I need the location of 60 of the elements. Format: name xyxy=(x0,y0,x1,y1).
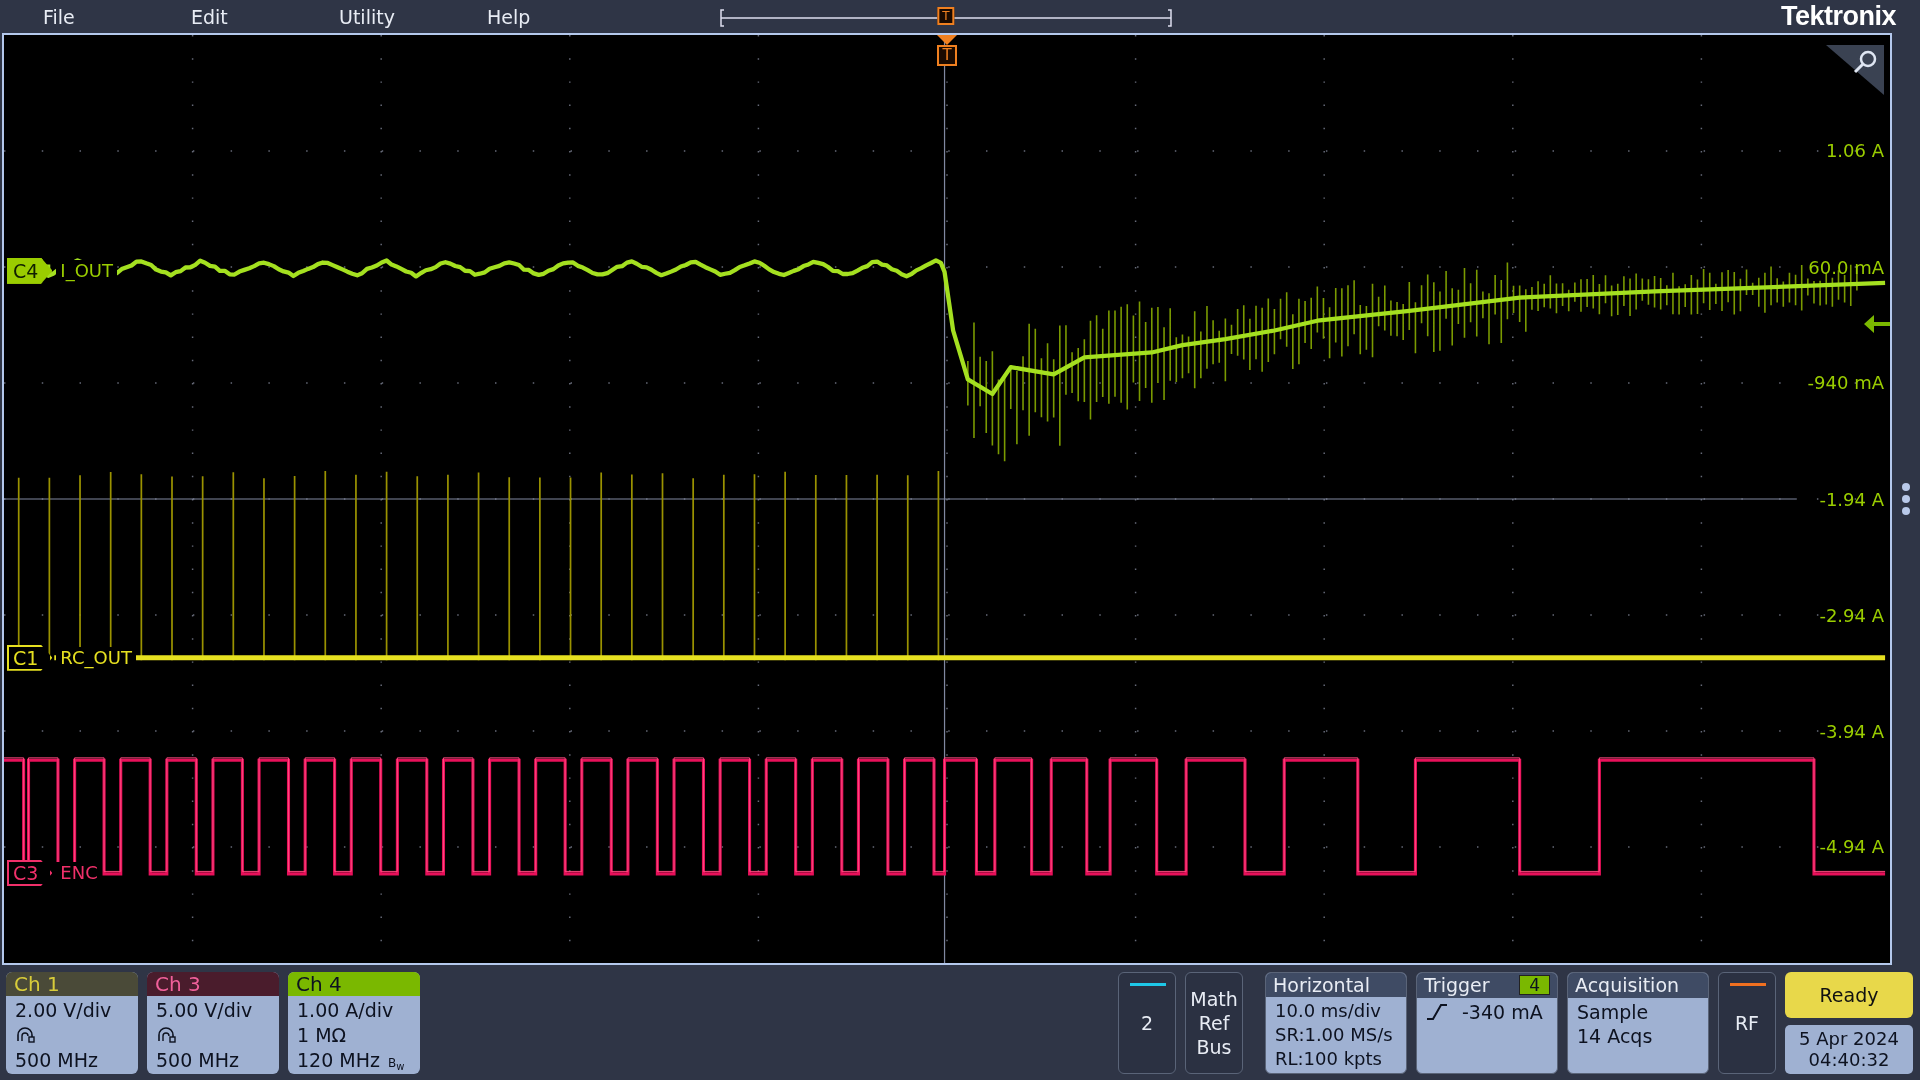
more-icon[interactable] xyxy=(1901,482,1911,516)
menu-item[interactable]: Edit xyxy=(191,5,339,28)
channel-title: Ch 1 xyxy=(6,971,138,996)
channel-marker[interactable]: C1 xyxy=(7,644,53,671)
scale-label: -2.94 A xyxy=(1819,604,1884,626)
acquisition-setting: Sample xyxy=(1577,999,1650,1024)
trigger-panel[interactable]: Trigger 4 -340 mA xyxy=(1416,971,1558,1074)
horizontal-setting: RL:100 kpts xyxy=(1275,1046,1383,1071)
probe-icon xyxy=(156,1026,176,1043)
trigger-source: 4 xyxy=(1519,975,1550,995)
horizontal-setting: SR:1.00 MS/s xyxy=(1275,1022,1394,1047)
horizontal-setting: 10.0 ms/div xyxy=(1275,998,1382,1023)
channel-setting: 2.00 V/div xyxy=(15,997,113,1022)
panel-title: Acquisition xyxy=(1575,974,1680,996)
channel-badge[interactable]: Ch 3 5.00 V/div 500 MHz xyxy=(147,971,279,1074)
scale-label: -940 mA xyxy=(1807,371,1884,393)
brand-logo: Tektronix xyxy=(1780,1,1896,32)
scale-label: 1.06 A xyxy=(1825,139,1884,161)
trigger-level-arrow-icon[interactable] xyxy=(1864,313,1890,336)
timeline-bar-drawing[interactable] xyxy=(720,7,1172,28)
channel-setting: 120 MHz xyxy=(297,1047,380,1072)
channel-setting: 500 MHz xyxy=(15,1047,99,1072)
trigger-level: -340 mA xyxy=(1462,999,1543,1024)
trigger-arrow-icon xyxy=(937,35,957,45)
channel-badge[interactable]: Ch 4 1.00 A/div 1 MΩ 120 MHz B$_{w}$ xyxy=(288,971,420,1074)
panel-title: Horizontal xyxy=(1273,973,1370,996)
probe-icon xyxy=(15,1026,35,1043)
channel-title: Ch 4 xyxy=(288,971,420,996)
scale-label: 60.0 mA xyxy=(1808,256,1884,278)
acquisition-panel[interactable]: Acquisition Sample 14 Acqs xyxy=(1567,971,1709,1074)
rising-edge-icon xyxy=(1426,1003,1448,1020)
channel-marker[interactable]: C4 xyxy=(7,257,53,284)
acquisition-setting: 14 Acqs xyxy=(1577,1023,1654,1048)
run-state-button[interactable]: Ready xyxy=(1785,971,1913,1018)
channel-badge[interactable]: Ch 1 2.00 V/div 500 MHz xyxy=(6,971,138,1074)
time-text: 04:40:32 xyxy=(1808,1049,1890,1070)
channel-setting: 1 MΩ xyxy=(297,1022,348,1047)
scale-label: -4.94 A xyxy=(1819,835,1884,857)
trace-label: I_OUT xyxy=(56,260,117,282)
channel-marker[interactable]: C3 xyxy=(7,859,53,886)
channel-setting: 500 MHz xyxy=(156,1047,240,1072)
rf-button[interactable]: RF xyxy=(1718,971,1776,1074)
panel-title: Trigger xyxy=(1424,974,1490,996)
math-ref-bus-button[interactable]: Math Ref Bus xyxy=(1185,971,1243,1074)
date-text: 5 Apr 2024 xyxy=(1799,1028,1899,1049)
add-channel-button[interactable]: 2 xyxy=(1118,971,1176,1074)
menu-item[interactable]: File xyxy=(43,5,191,28)
scale-label: -3.94 A xyxy=(1819,720,1884,742)
zoom-icon[interactable] xyxy=(1826,45,1884,95)
trace-label: RC_OUT xyxy=(56,647,136,669)
menu-item[interactable]: Utility xyxy=(339,5,487,28)
scale-label: -1.94 A xyxy=(1819,488,1884,510)
channel-setting: 5.00 V/div xyxy=(156,997,254,1022)
trigger-position-marker[interactable]: T xyxy=(937,6,955,25)
trigger-marker[interactable]: T xyxy=(937,45,957,66)
horizontal-panel[interactable]: Horizontal 10.0 ms/div SR:1.00 MS/s RL:100 kpts xyxy=(1265,971,1407,1074)
bandwidth-limit-mark: B$_{w}$ xyxy=(387,1055,405,1072)
channel-title: Ch 3 xyxy=(147,971,279,996)
channel-setting: 1.00 A/div xyxy=(297,997,395,1022)
menu-item[interactable]: Help xyxy=(487,5,635,28)
